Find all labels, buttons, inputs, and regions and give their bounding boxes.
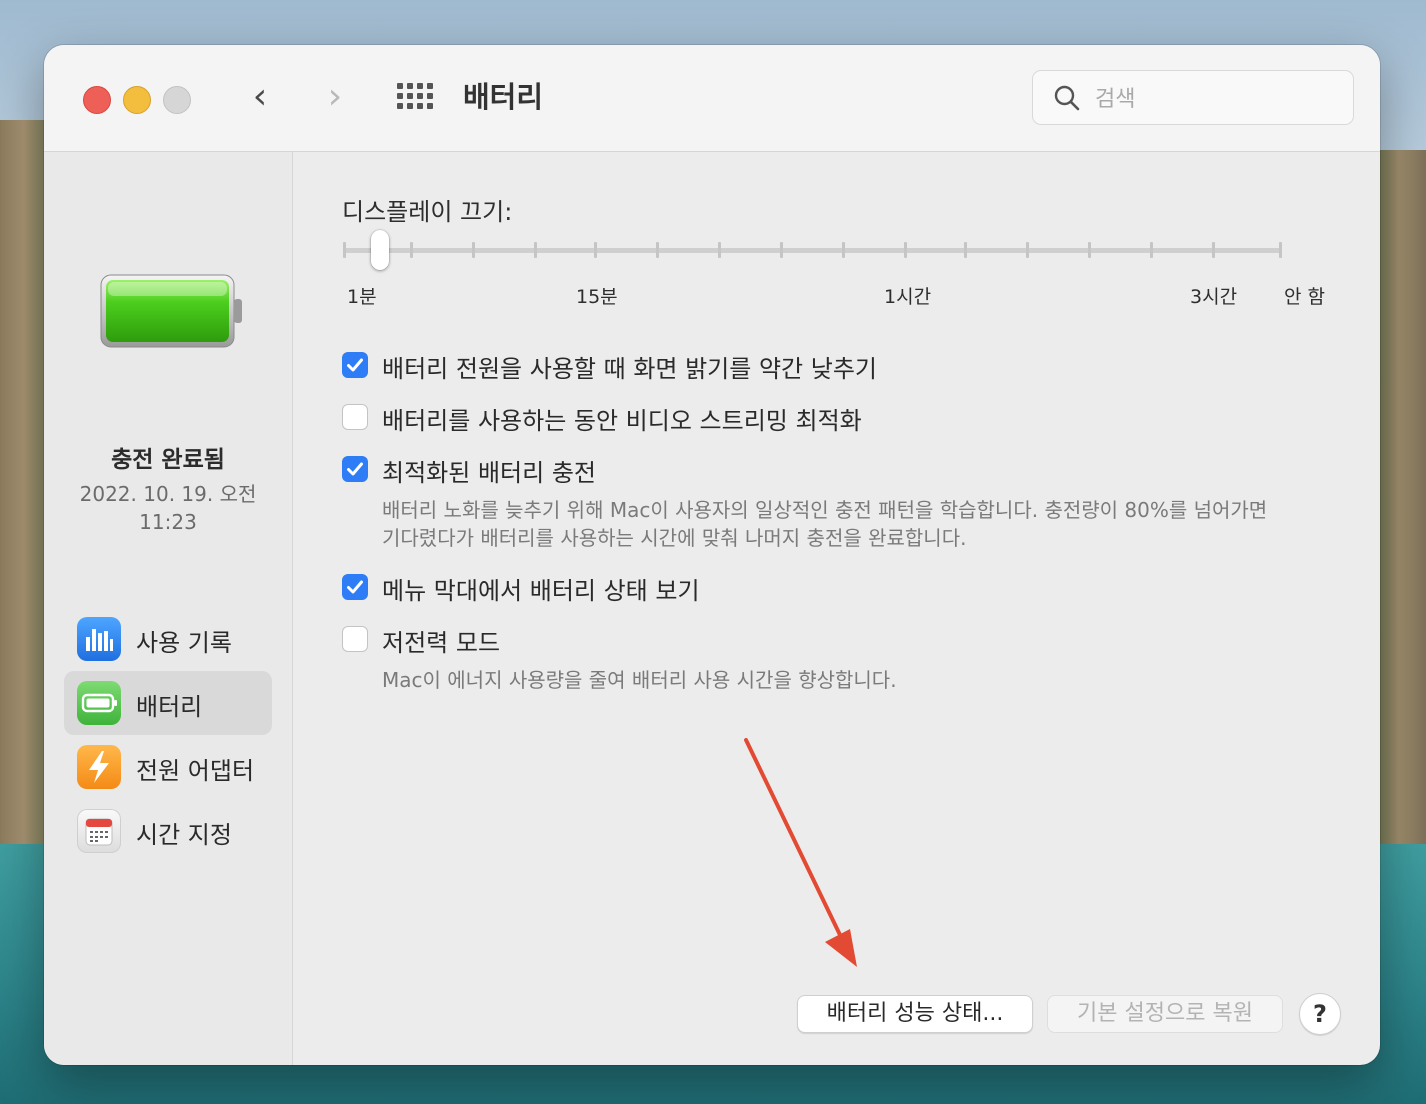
slider-tick bbox=[472, 242, 475, 258]
back-chevron-icon[interactable]: ‹ bbox=[240, 75, 280, 119]
sidebar-item-power-adapter[interactable]: 전원 어댑터 bbox=[64, 735, 272, 799]
search-input[interactable] bbox=[1093, 81, 1337, 117]
close-button[interactable] bbox=[83, 86, 111, 114]
sidebar-item-label: 시간 지정 bbox=[136, 821, 232, 849]
low-power-mode-label: 저전력 모드 bbox=[382, 629, 501, 657]
optimized-charging-label: 최적화된 배터리 충전 bbox=[382, 459, 596, 487]
slider-tick bbox=[656, 242, 659, 258]
battery-full-icon bbox=[100, 274, 242, 348]
restore-defaults-button[interactable]: 기본 설정으로 복원 bbox=[1047, 995, 1283, 1033]
slider-tick bbox=[534, 242, 537, 258]
window-title: 배터리 bbox=[463, 80, 544, 114]
tick-label-1hour: 1시간 bbox=[884, 286, 932, 308]
annotation-arrow-icon bbox=[744, 738, 857, 967]
description-line: Mac이 에너지 사용량을 줄여 배터리 사용 시간을 향상합니다. bbox=[382, 668, 897, 692]
battery-settings-pane: 디스플레이 끄기: 1분 15분 1시간 3시간 안 함 배터리 전원을 사용할… bbox=[293, 152, 1380, 1065]
video-streaming-checkbox[interactable] bbox=[342, 404, 368, 430]
usage-history-icon bbox=[77, 617, 121, 661]
low-power-mode-checkbox[interactable] bbox=[342, 626, 368, 652]
search-icon bbox=[1054, 85, 1080, 111]
charge-time-clock: 11:23 bbox=[139, 510, 197, 534]
sidebar-item-usage-history[interactable]: 사용 기록 bbox=[64, 607, 272, 671]
slider-tick bbox=[410, 242, 413, 258]
tick-label-never: 안 함 bbox=[1284, 286, 1325, 308]
slider-tick bbox=[343, 242, 346, 258]
search-field[interactable] bbox=[1032, 70, 1354, 125]
charge-status: 충전 완료됨 bbox=[111, 447, 225, 473]
tick-label-3hours: 3시간 bbox=[1190, 286, 1238, 308]
system-preferences-window: ‹ › 배터리 검색 충전 완료됨 2022. 10. 19. 오전 11:23… bbox=[44, 45, 1380, 1065]
slider-tick bbox=[1212, 242, 1215, 258]
sidebar-item-label: 사용 기록 bbox=[136, 629, 232, 657]
sidebar-item-battery[interactable]: 배터리 bbox=[64, 671, 272, 735]
slider-tick bbox=[1026, 242, 1029, 258]
slider-tick bbox=[964, 242, 967, 258]
menu-bar-status-label: 메뉴 막대에서 배터리 상태 보기 bbox=[382, 577, 700, 605]
sidebar-item-label: 배터리 bbox=[136, 693, 203, 721]
checkmark-icon bbox=[347, 358, 363, 372]
slider-tick bbox=[1150, 242, 1153, 258]
show-all-grid-icon[interactable] bbox=[397, 83, 435, 111]
description-line: 배터리 노화를 늦추기 위해 Mac이 사용자의 일상적인 충전 패턴을 학습합… bbox=[382, 498, 1268, 522]
zoom-button[interactable] bbox=[163, 86, 191, 114]
menu-bar-status-checkbox[interactable] bbox=[342, 574, 368, 600]
optimized-charging-description: 배터리 노화를 늦추기 위해 Mac이 사용자의 일상적인 충전 패턴을 학습합… bbox=[382, 496, 1267, 552]
slider-tick bbox=[842, 242, 845, 258]
slider-tick bbox=[1279, 242, 1282, 258]
slider-tick bbox=[718, 242, 721, 258]
optimized-charging-checkbox[interactable] bbox=[342, 456, 368, 482]
charge-time-date: 2022. 10. 19. 오전 bbox=[79, 482, 257, 506]
tick-label-15min: 15분 bbox=[576, 286, 618, 308]
title-bar: ‹ › 배터리 bbox=[44, 45, 1380, 152]
battery-icon bbox=[77, 681, 121, 725]
dim-screen-checkbox[interactable] bbox=[342, 352, 368, 378]
slider-tick bbox=[904, 242, 907, 258]
sidebar-item-schedule[interactable]: 시간 지정 bbox=[64, 799, 272, 863]
schedule-icon bbox=[77, 809, 121, 853]
display-off-label: 디스플레이 끄기: bbox=[342, 198, 513, 226]
slider-tick bbox=[780, 242, 783, 258]
description-line: 기다렸다가 배터리를 사용하는 시간에 맞춰 나머지 충전을 완료합니다. bbox=[382, 526, 967, 550]
slider-track[interactable] bbox=[344, 248, 1282, 253]
slider-tick bbox=[594, 242, 597, 258]
video-streaming-label: 배터리를 사용하는 동안 비디오 스트리밍 최적화 bbox=[382, 407, 862, 435]
help-button[interactable]: ? bbox=[1299, 993, 1341, 1035]
charge-status-time: 2022. 10. 19. 오전 11:23 bbox=[44, 480, 292, 536]
battery-health-button[interactable]: 배터리 성능 상태... bbox=[797, 995, 1033, 1033]
dim-screen-label: 배터리 전원을 사용할 때 화면 밝기를 약간 낮추기 bbox=[382, 355, 878, 383]
tick-label-1min: 1분 bbox=[347, 286, 377, 308]
checkmark-icon bbox=[347, 462, 363, 476]
slider-knob[interactable] bbox=[371, 230, 389, 270]
minimize-button[interactable] bbox=[123, 86, 151, 114]
power-adapter-icon bbox=[77, 745, 121, 789]
checkmark-icon bbox=[347, 580, 363, 594]
sidebar: 충전 완료됨 2022. 10. 19. 오전 11:23 사용 기록 배터리 … bbox=[44, 152, 293, 1065]
low-power-mode-description: Mac이 에너지 사용량을 줄여 배터리 사용 시간을 향상합니다. bbox=[382, 666, 897, 694]
sidebar-item-label: 전원 어댑터 bbox=[136, 757, 255, 785]
slider-tick bbox=[1088, 242, 1091, 258]
forward-chevron-icon[interactable]: › bbox=[315, 75, 355, 119]
